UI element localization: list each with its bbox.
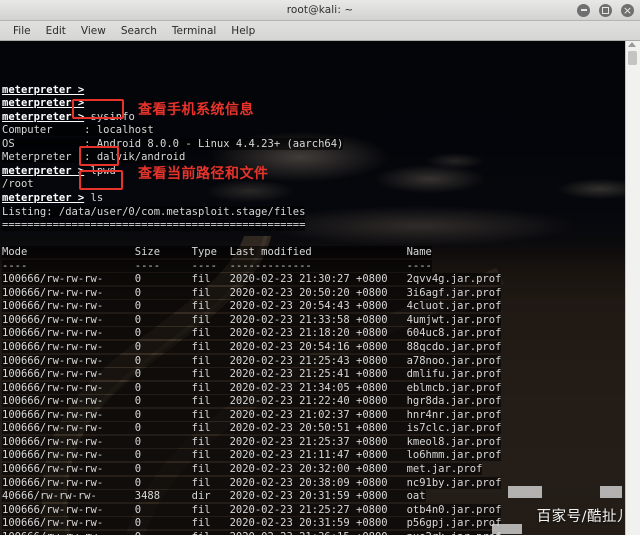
table-line-text: 40666/rw-rw-rw- 3488 dir 2020-02-23 20:3… xyxy=(2,490,426,503)
table-line-text: 100666/rw-rw-rw- 0 fil 2020-02-23 20:32:… xyxy=(2,462,483,475)
table-line-text: 100666/rw-rw-rw- 0 fil 2020-02-23 20:50:… xyxy=(2,286,502,299)
table-row: 100666/rw-rw-rw- 0 fil 2020-02-23 21:30:… xyxy=(2,273,620,287)
menu-bar: File Edit View Search Terminal Help xyxy=(0,21,640,41)
maximize-button[interactable] xyxy=(599,3,612,17)
table-line-text: 100666/rw-rw-rw- 0 fil 2020-02-23 20:31:… xyxy=(2,517,502,530)
menu-item-view[interactable]: View xyxy=(74,24,113,38)
close-button[interactable] xyxy=(621,3,634,17)
terminal-prompt-line: meterpreter > xyxy=(2,97,620,111)
prompt-label: meterpreter > xyxy=(2,164,85,177)
table-line-text: 100666/rw-rw-rw- 0 fil 2020-02-23 21:30:… xyxy=(2,273,502,286)
window-controls xyxy=(577,0,634,20)
terminal-output-line: Listing: /data/user/0/com.metasploit.sta… xyxy=(2,205,620,220)
table-row: 100666/rw-rw-rw- 0 fil 2020-02-23 21:11:… xyxy=(2,449,620,463)
scroll-up-arrow[interactable] xyxy=(628,42,636,47)
minimize-button[interactable] xyxy=(577,3,590,17)
table-line-text: 100666/rw-rw-rw- 0 fil 2020-02-23 21:33:… xyxy=(2,313,502,326)
output-text: /root xyxy=(2,178,34,191)
terminal-output-line: ========================================… xyxy=(2,219,620,233)
table-line-text: ---- ---- ---- ------------- ---- xyxy=(2,259,432,272)
typed-command: sysinfo xyxy=(84,110,135,123)
table-row: 100666/rw-rw-rw- 0 fil 2020-02-23 20:50:… xyxy=(2,286,620,301)
table-line-text: 100666/rw-rw-rw- 0 fil 2020-02-23 20:54:… xyxy=(2,341,502,354)
prompt-label: meterpreter > xyxy=(2,83,85,96)
table-row: 100666/rw-rw-rw- 0 fil 2020-02-23 21:25:… xyxy=(2,503,620,518)
table-line-text: 100666/rw-rw-rw- 0 fil 2020-02-23 20:50:… xyxy=(2,422,502,435)
table-row: 100666/rw-rw-rw- 0 fil 2020-02-23 20:54:… xyxy=(2,300,620,314)
terminal-scrollbar[interactable] xyxy=(625,41,640,535)
menu-item-edit[interactable]: Edit xyxy=(39,24,73,38)
watermark-text: 百家号/酷扯儿 xyxy=(536,509,632,525)
table-row: 100666/rw-rw-rw- 0 fil 2020-02-23 21:02:… xyxy=(2,408,620,423)
table-row: 100666/rw-rw-rw- 0 fil 2020-02-23 20:50:… xyxy=(2,422,620,436)
watermark-block-3 xyxy=(492,524,522,534)
table-line-text: 100666/rw-rw-rw- 0 fil 2020-02-23 21:25:… xyxy=(2,368,502,381)
table-row: 100666/rw-rw-rw- 0 fil 2020-02-23 20:54:… xyxy=(2,341,620,355)
table-line-text: Mode Size Type Last modified Name xyxy=(2,246,432,259)
terminal-output: meterpreter > meterpreter > meterpreter > … xyxy=(0,41,620,535)
table-row: 100666/rw-rw-rw- 0 fil 2020-02-23 21:25:… xyxy=(2,368,620,382)
table-line-text: 100666/rw-rw-rw- 0 fil 2020-02-23 21:22:… xyxy=(2,395,502,408)
table-row: 100666/rw-rw-rw- 0 fil 2020-02-23 21:22:… xyxy=(2,395,620,409)
output-text: OS : Android 8.0.0 - Linux 4.4.23+ (aarc… xyxy=(2,137,344,150)
terminal-output-line: /root xyxy=(2,178,620,192)
menu-item-help[interactable]: Help xyxy=(224,24,262,38)
terminal-body[interactable]: meterpreter > meterpreter > meterpreter > … xyxy=(0,41,640,535)
menu-item-terminal[interactable]: Terminal xyxy=(165,24,223,38)
terminal-output-line: Meterpreter : dalvik/android xyxy=(2,151,620,165)
prompt-label: meterpreter > xyxy=(2,110,85,123)
prompt-label: meterpreter > xyxy=(2,192,85,205)
watermark-block-2 xyxy=(600,486,622,498)
table-row: 100666/rw-rw-rw- 0 fil 2020-02-23 20:32:… xyxy=(2,462,620,477)
table-line-text: 100666/rw-rw-rw- 0 fil 2020-02-23 21:36:… xyxy=(2,530,502,535)
output-text: ========================================… xyxy=(2,219,306,232)
scroll-thumb[interactable] xyxy=(628,51,637,65)
table-line-text: 100666/rw-rw-rw- 0 fil 2020-02-23 20:54:… xyxy=(2,300,502,313)
terminal-window: root@kali: ~ File Edit View Search Termi… xyxy=(0,0,640,535)
output-text: Meterpreter : dalvik/android xyxy=(2,151,186,164)
annotation-label-ls: 查看当前路径和文件 xyxy=(138,166,269,182)
table-line-text: 100666/rw-rw-rw- 0 fil 2020-02-23 21:11:… xyxy=(2,449,502,462)
menu-item-search[interactable]: Search xyxy=(114,24,164,38)
table-row: 100666/rw-rw-rw- 0 fil 2020-02-23 21:36:… xyxy=(2,530,620,535)
output-text: Computer : localhost xyxy=(2,124,154,137)
table-row: 100666/rw-rw-rw- 0 fil 2020-02-23 21:25:… xyxy=(2,435,620,450)
typed-command: lpwd xyxy=(84,164,116,177)
table-row: 100666/rw-rw-rw- 0 fil 2020-02-23 21:33:… xyxy=(2,313,620,328)
table-line-text: 100666/rw-rw-rw- 0 fil 2020-02-23 20:38:… xyxy=(2,476,502,489)
table-row: 100666/rw-rw-rw- 0 fil 2020-02-23 20:31:… xyxy=(2,517,620,531)
table-line-text: 100666/rw-rw-rw- 0 fil 2020-02-23 21:25:… xyxy=(2,435,502,448)
table-line-text: 100666/rw-rw-rw- 0 fil 2020-02-23 21:34:… xyxy=(2,381,502,394)
table-header-underline: ---- ---- ---- ------------- ---- xyxy=(2,259,620,274)
title-bar: root@kali: ~ xyxy=(0,0,640,21)
table-row: 100666/rw-rw-rw- 0 fil 2020-02-23 21:25:… xyxy=(2,354,620,369)
terminal-prompt-line: meterpreter > ls xyxy=(2,192,620,206)
table-line-text: 100666/rw-rw-rw- 0 fil 2020-02-23 21:18:… xyxy=(2,327,502,340)
terminal-prompt-line: meterpreter > lpwd xyxy=(2,165,620,179)
watermark-block-1 xyxy=(508,486,542,498)
table-header-row: Mode Size Type Last modified Name xyxy=(2,246,620,260)
terminal-prompt-line: meterpreter > sysinfo xyxy=(2,111,620,125)
prompt-label: meterpreter > xyxy=(2,97,85,110)
typed-command: ls xyxy=(84,192,104,205)
table-row: 100666/rw-rw-rw- 0 fil 2020-02-23 21:18:… xyxy=(2,327,620,341)
table-row: 100666/rw-rw-rw- 0 fil 2020-02-23 21:34:… xyxy=(2,381,620,396)
terminal-output-line: OS : Android 8.0.0 - Linux 4.4.23+ (aarc… xyxy=(2,137,620,152)
table-line-text: 100666/rw-rw-rw- 0 fil 2020-02-23 21:25:… xyxy=(2,354,502,367)
table-line-text: 100666/rw-rw-rw- 0 fil 2020-02-23 21:25:… xyxy=(2,503,502,516)
window-title: root@kali: ~ xyxy=(286,4,354,16)
menu-item-file[interactable]: File xyxy=(6,24,38,38)
annotation-label-sysinfo: 查看手机系统信息 xyxy=(138,102,254,118)
terminal-output-line: Computer : localhost xyxy=(2,124,620,138)
output-text: Listing: /data/user/0/com.metasploit.sta… xyxy=(2,205,306,218)
table-line-text: 100666/rw-rw-rw- 0 fil 2020-02-23 21:02:… xyxy=(2,408,502,421)
terminal-prompt-line: meterpreter > xyxy=(2,84,620,98)
